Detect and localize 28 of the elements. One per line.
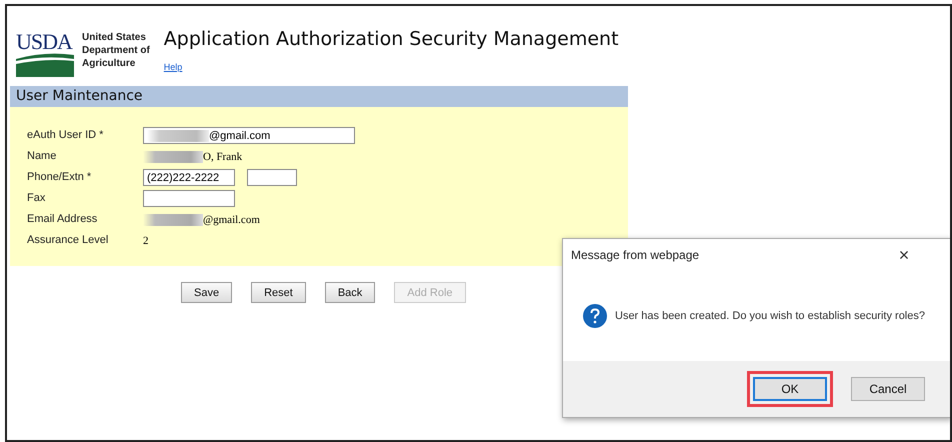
field-logo-icon <box>16 53 74 77</box>
help-link[interactable]: Help <box>164 62 619 72</box>
field-label: Assurance Level <box>27 233 110 248</box>
dialog-message: User has been created. Do you wish to establish security roles? <box>615 310 925 322</box>
field-value: 2 <box>143 234 148 246</box>
extension-field[interactable] <box>247 169 297 186</box>
field-value: O, Frank <box>143 150 242 162</box>
field-label: Phone/Extn * <box>27 170 92 185</box>
form-button[interactable]: Reset <box>251 282 306 303</box>
dialog-button[interactable]: OK <box>753 377 827 401</box>
text-field[interactable]: (222)222-2222 <box>143 169 235 186</box>
logo-text: USDA <box>16 31 74 53</box>
form-button[interactable]: Back <box>324 282 376 303</box>
section-header: User Maintenance <box>10 86 628 107</box>
field-label: Name <box>27 149 58 164</box>
text-field[interactable] <box>143 190 235 207</box>
form-button[interactable]: Save <box>181 282 232 303</box>
dialog-title: Message from webpage <box>571 248 700 262</box>
field-label: Fax <box>27 191 46 206</box>
dialog-button[interactable]: Cancel <box>851 377 925 401</box>
question-icon <box>583 304 607 328</box>
field-value: @gmail.com <box>143 214 260 226</box>
app-title: Application Authorization Security Management <box>164 28 619 50</box>
agency-name: United States Department of Agriculture <box>82 31 150 70</box>
text-field[interactable]: @gmail.com <box>143 127 355 144</box>
field-label: Email Address <box>27 212 98 227</box>
field-label: eAuth User ID * <box>27 128 104 143</box>
close-button[interactable]: × <box>867 243 941 267</box>
